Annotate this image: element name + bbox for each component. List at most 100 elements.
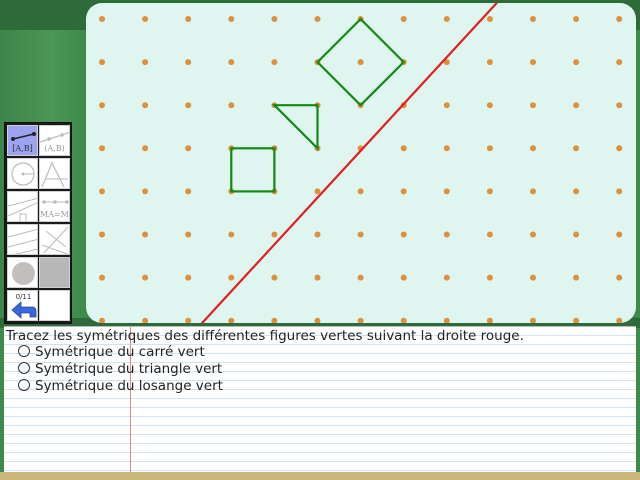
grid-dot <box>400 231 407 238</box>
grid-dot <box>486 145 493 152</box>
parallel-icon <box>8 228 37 254</box>
undo-arrow-icon <box>11 301 37 319</box>
grid-dot <box>443 188 450 195</box>
grid-dot <box>271 274 278 281</box>
grid-dot <box>185 145 192 152</box>
grid-dot <box>357 274 364 281</box>
grid-dot <box>271 59 278 66</box>
grid-dot <box>228 102 235 109</box>
grid-dot <box>443 317 450 323</box>
instruction-notebook: Tracez les symétriques des différentes f… <box>4 326 636 475</box>
grid-dot <box>486 188 493 195</box>
grid-dot <box>400 188 407 195</box>
grid-dot <box>443 231 450 238</box>
grid-dot <box>400 145 407 152</box>
grid-dot <box>142 16 149 22</box>
grid-dot <box>185 188 192 195</box>
task-label: Symétrique du carré vert <box>35 344 205 360</box>
midpoint-tool-button[interactable]: MA=MB <box>39 191 70 222</box>
grid-dot <box>573 188 580 195</box>
grid-dot <box>486 274 493 281</box>
grid-dot <box>99 16 105 22</box>
grid-dot <box>99 317 105 323</box>
grid-dot <box>530 59 536 66</box>
grid-dot <box>185 102 192 109</box>
compass-icon <box>41 161 68 188</box>
grid-dot <box>142 145 149 152</box>
grid-dot <box>616 317 623 323</box>
grid-dot <box>357 59 364 66</box>
grid-dot <box>573 274 580 281</box>
geoboard-canvas[interactable] <box>86 3 636 323</box>
grid-dot <box>142 231 149 238</box>
grid-dot <box>486 59 493 66</box>
fill-tool-button[interactable] <box>7 257 38 288</box>
grid-dot <box>185 274 192 281</box>
grid-dot <box>99 102 105 109</box>
grid-dot <box>573 145 580 152</box>
gray-square-tool-button[interactable] <box>39 257 70 288</box>
task-triangle[interactable]: Symétrique du triangle vert <box>18 361 222 377</box>
tool-palette: [A,B] (A,B) MA=MB <box>4 122 72 324</box>
grid-dot <box>142 188 149 195</box>
grid-dot <box>573 16 580 22</box>
grid-dot <box>185 317 192 323</box>
task-label: Symétrique du triangle vert <box>35 361 223 377</box>
grid-dot <box>185 231 192 238</box>
grid-dot <box>486 102 493 109</box>
grid-dot <box>99 274 105 281</box>
grid-dot <box>530 145 536 152</box>
grid-dot <box>573 231 580 238</box>
grid-dot <box>573 317 580 323</box>
grid-dot <box>142 59 149 66</box>
task-radio-icon <box>18 379 30 391</box>
segment-tool-label: [A,B] <box>12 144 33 153</box>
grid-dot <box>228 59 235 66</box>
grid-dot <box>530 188 536 195</box>
undo-button[interactable]: 0/11 <box>7 290 38 321</box>
grid-dot <box>443 102 450 109</box>
green-triangle <box>271 104 319 151</box>
grid-dot <box>185 16 192 22</box>
compass-tool-button[interactable] <box>39 158 70 189</box>
instruction-text: Tracez les symétriques des différentes f… <box>6 328 524 344</box>
line-tool-label: (A,B) <box>44 144 65 153</box>
line-tool-button[interactable]: (A,B) <box>39 125 70 156</box>
perpendicular-icon <box>8 197 37 221</box>
grid-dot <box>530 16 536 22</box>
circle-tool-button[interactable] <box>7 158 38 189</box>
bottom-ledge <box>0 472 640 480</box>
grid-dot <box>228 16 235 22</box>
grid-dot <box>314 16 321 22</box>
grid-dot <box>486 317 493 323</box>
grid-dot <box>486 16 493 22</box>
grid-dot <box>271 231 278 238</box>
segment-tool-button[interactable]: [A,B] <box>7 125 38 156</box>
angle-icon <box>41 226 69 254</box>
grid-dot <box>99 145 105 152</box>
grid-dot <box>616 102 623 109</box>
angle-tool-button[interactable] <box>39 224 70 255</box>
grid-dot <box>357 231 364 238</box>
grid-dot <box>616 188 623 195</box>
grid-dot <box>400 16 407 22</box>
grid-dot <box>530 317 536 323</box>
grid-dot <box>616 145 623 152</box>
grid-dot <box>314 188 321 195</box>
perpendicular-tool-button[interactable] <box>7 191 38 222</box>
grid-dot <box>314 274 321 281</box>
task-radio-icon <box>18 362 30 374</box>
parallel-tool-button[interactable] <box>7 224 38 255</box>
grid-dot <box>142 102 149 109</box>
geoboard-svg[interactable] <box>86 3 636 323</box>
grid-dot <box>616 274 623 281</box>
task-rhombus[interactable]: Symétrique du losange vert <box>18 378 223 394</box>
grid-dot <box>616 16 623 22</box>
grid-dot <box>314 231 321 238</box>
grid-dot <box>271 317 278 323</box>
grid-dot <box>573 59 580 66</box>
grid-dot <box>99 231 105 238</box>
grid-dot <box>228 274 235 281</box>
task-square[interactable]: Symétrique du carré vert <box>18 344 205 360</box>
grid-dot <box>400 317 407 323</box>
